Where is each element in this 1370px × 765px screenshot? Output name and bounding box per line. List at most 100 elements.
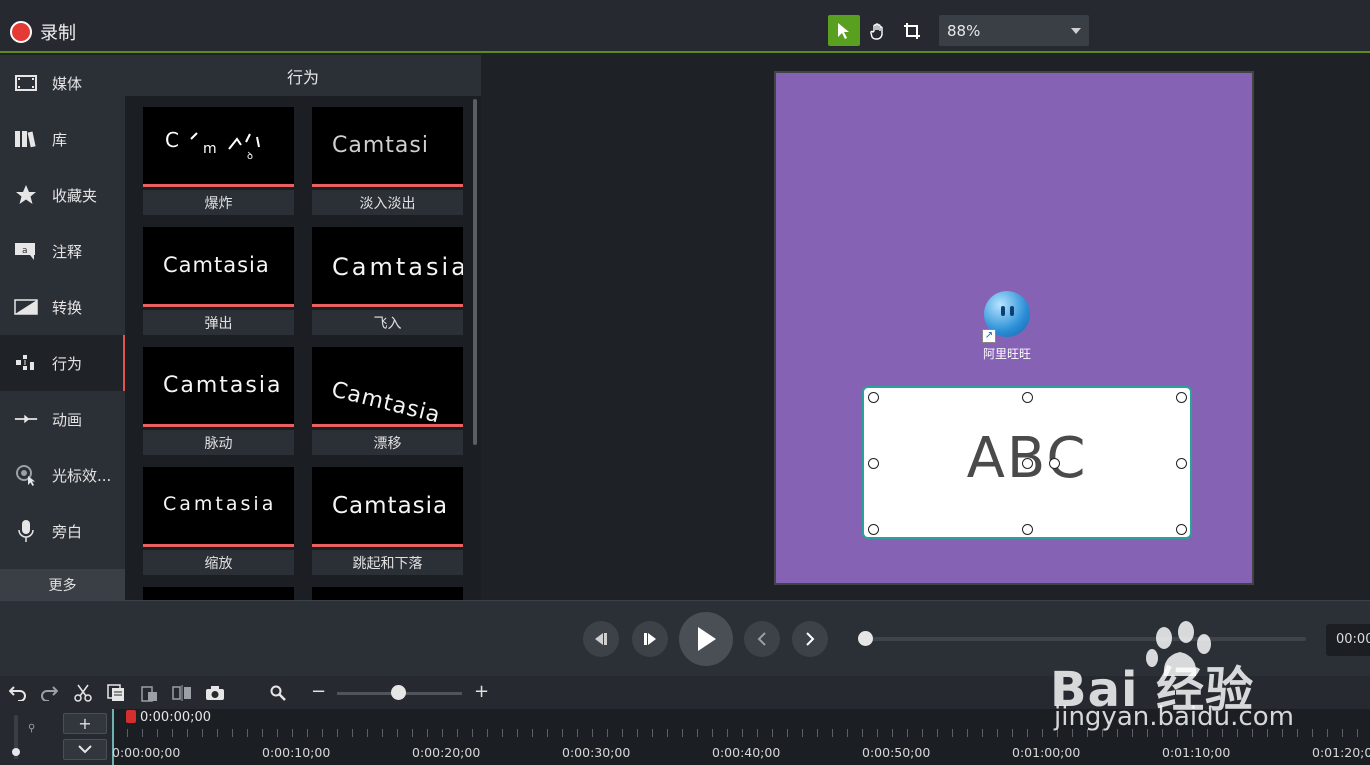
playhead-handle[interactable] [126, 710, 136, 723]
zoom-dropdown[interactable]: 88% [939, 15, 1089, 46]
seek-handle[interactable] [858, 631, 873, 646]
svg-text:a: a [22, 246, 28, 256]
behavior-thumbnail: Camtasia [143, 347, 294, 427]
explode-preview-image: Cm ꝺ [165, 128, 260, 162]
behavior-thumbnail [312, 587, 463, 600]
play-button[interactable] [679, 612, 733, 666]
resize-handle[interactable] [868, 458, 879, 469]
resize-handle[interactable] [1176, 392, 1187, 403]
resize-handle[interactable] [1176, 524, 1187, 535]
sidebar-item-animations[interactable]: 动画 [0, 391, 125, 447]
undo-icon [9, 686, 26, 701]
playback-controls: 00:00 [0, 600, 1370, 676]
desktop-shortcut[interactable]: ↗ 阿里旺旺 [976, 291, 1038, 362]
sidebar-item-label: 媒体 [52, 74, 83, 93]
behavior-tile-fade[interactable]: Camtasi 淡入淡出 [312, 107, 463, 215]
behavior-tile-scale[interactable]: Camtasia 缩放 [143, 467, 294, 575]
sidebar: 媒体 库 收藏夹 a 注释 转换 行为 动画 光标效... 旁白 更多 [0, 55, 125, 600]
sidebar-item-media[interactable]: 媒体 [0, 55, 125, 111]
step-forward-button[interactable] [632, 621, 668, 657]
resize-handle[interactable] [1022, 524, 1033, 535]
add-track-button[interactable]: + [63, 713, 107, 734]
anchor-handle[interactable] [1049, 458, 1060, 469]
svg-text:ꝺ: ꝺ [247, 151, 253, 162]
panel-scrollbar[interactable] [473, 99, 477, 445]
track-height-slider[interactable] [10, 715, 26, 759]
behaviors-grid: Cm ꝺ 爆炸 Camtasi 淡入淡出 Camtasia 弹出 Camtasia [143, 107, 463, 600]
sidebar-item-favorites[interactable]: 收藏夹 [0, 167, 125, 223]
camtasia-window: 录制 88% 媒体 库 收藏夹 a 注释 转换 行为 动画 光标效... 旁白 … [0, 0, 1370, 765]
canvas-tools [828, 15, 928, 46]
text-callout[interactable]: ABC [862, 386, 1192, 539]
sidebar-item-library[interactable]: 库 [0, 111, 125, 167]
sidebar-item-label: 转换 [52, 298, 83, 317]
previous-marker-button[interactable] [744, 621, 780, 657]
undo-button[interactable] [7, 682, 29, 704]
copy-button[interactable] [105, 682, 127, 704]
panel-title: 行为 [125, 55, 481, 96]
sidebar-item-annotations[interactable]: a 注释 [0, 223, 125, 279]
tile-label: 脉动 [143, 430, 294, 455]
svg-text:m: m [203, 141, 217, 157]
sidebar-item-cursor-effects[interactable]: 光标效... [0, 447, 125, 503]
behavior-tile-partial[interactable] [143, 587, 294, 600]
zoom-value: 88% [947, 21, 981, 40]
behavior-tile-pop-up[interactable]: Camtasia 弹出 [143, 227, 294, 335]
redo-button[interactable] [38, 682, 60, 704]
behavior-tile-fly-in[interactable]: Camtasia 飞入 [312, 227, 463, 335]
crop-tool-button[interactable] [896, 15, 928, 46]
more-button[interactable]: 更多 [0, 569, 125, 600]
animation-icon [14, 407, 38, 431]
aliwangwang-icon: ↗ [982, 291, 1030, 343]
record-button[interactable]: 录制 [10, 19, 76, 45]
behavior-tile-jump-and-fall[interactable]: Camtasia 跳起和下落 [312, 467, 463, 575]
sidebar-item-transitions[interactable]: 转换 [0, 279, 125, 335]
behavior-thumbnail [143, 587, 294, 600]
next-marker-button[interactable] [792, 621, 828, 657]
snapshot-button[interactable] [204, 682, 226, 704]
resize-handle[interactable] [1022, 392, 1033, 403]
camera-icon [206, 686, 224, 700]
behavior-thumbnail: Camtasia [312, 347, 463, 427]
zoom-in-button[interactable]: + [474, 681, 489, 702]
step-back-button[interactable] [583, 621, 619, 657]
step-back-icon [595, 633, 607, 645]
sidebar-item-voice-narration[interactable]: 旁白 [0, 503, 125, 559]
chevron-left-icon [757, 632, 766, 646]
annotation-icon: a [14, 239, 38, 263]
behavior-tile-drift[interactable]: Camtasia 漂移 [312, 347, 463, 455]
canvas-area: ↗ 阿里旺旺 ABC [482, 55, 1370, 600]
zoom-slider-handle[interactable] [391, 685, 406, 700]
resize-handle[interactable] [1176, 458, 1187, 469]
pointer-tool-button[interactable] [828, 15, 860, 46]
eye-shape [1010, 306, 1014, 316]
split-button[interactable] [171, 682, 193, 704]
zoom-fit-button[interactable] [267, 682, 289, 704]
time-ruler[interactable]: 0:00:00;00 0:00:00;00 0:00:10;00 0:00:20… [112, 709, 1370, 765]
chevron-right-icon [806, 632, 815, 646]
preview-canvas[interactable]: ↗ 阿里旺旺 ABC [774, 71, 1254, 585]
step-forward-icon [644, 633, 656, 645]
thumb-text: Camtasi [332, 133, 429, 158]
ruler-label: 0:00:00;00 [112, 745, 181, 760]
behavior-tile-explode[interactable]: Cm ꝺ 爆炸 [143, 107, 294, 215]
behavior-tile-partial[interactable] [312, 587, 463, 600]
rotate-handle[interactable] [1022, 458, 1033, 469]
sidebar-item-label: 动画 [52, 410, 83, 429]
behavior-tile-pulsating[interactable]: Camtasia 脉动 [143, 347, 294, 455]
sidebar-item-behaviors[interactable]: 行为 [0, 335, 125, 391]
eye-shape [1001, 306, 1005, 316]
pointer-icon [838, 22, 849, 39]
sidebar-item-label: 注释 [52, 242, 83, 261]
resize-handle[interactable] [868, 392, 879, 403]
hand-tool-button[interactable] [862, 15, 894, 46]
seek-bar[interactable] [866, 637, 1306, 641]
zoom-out-button[interactable]: − [311, 681, 326, 702]
track-controls: ⚲ + [0, 709, 112, 765]
chevron-down-icon [78, 745, 92, 754]
collapse-tracks-button[interactable] [63, 739, 107, 760]
cut-button[interactable] [72, 682, 94, 704]
paste-button[interactable] [138, 682, 160, 704]
resize-handle[interactable] [868, 524, 879, 535]
svg-text:C: C [165, 128, 179, 152]
